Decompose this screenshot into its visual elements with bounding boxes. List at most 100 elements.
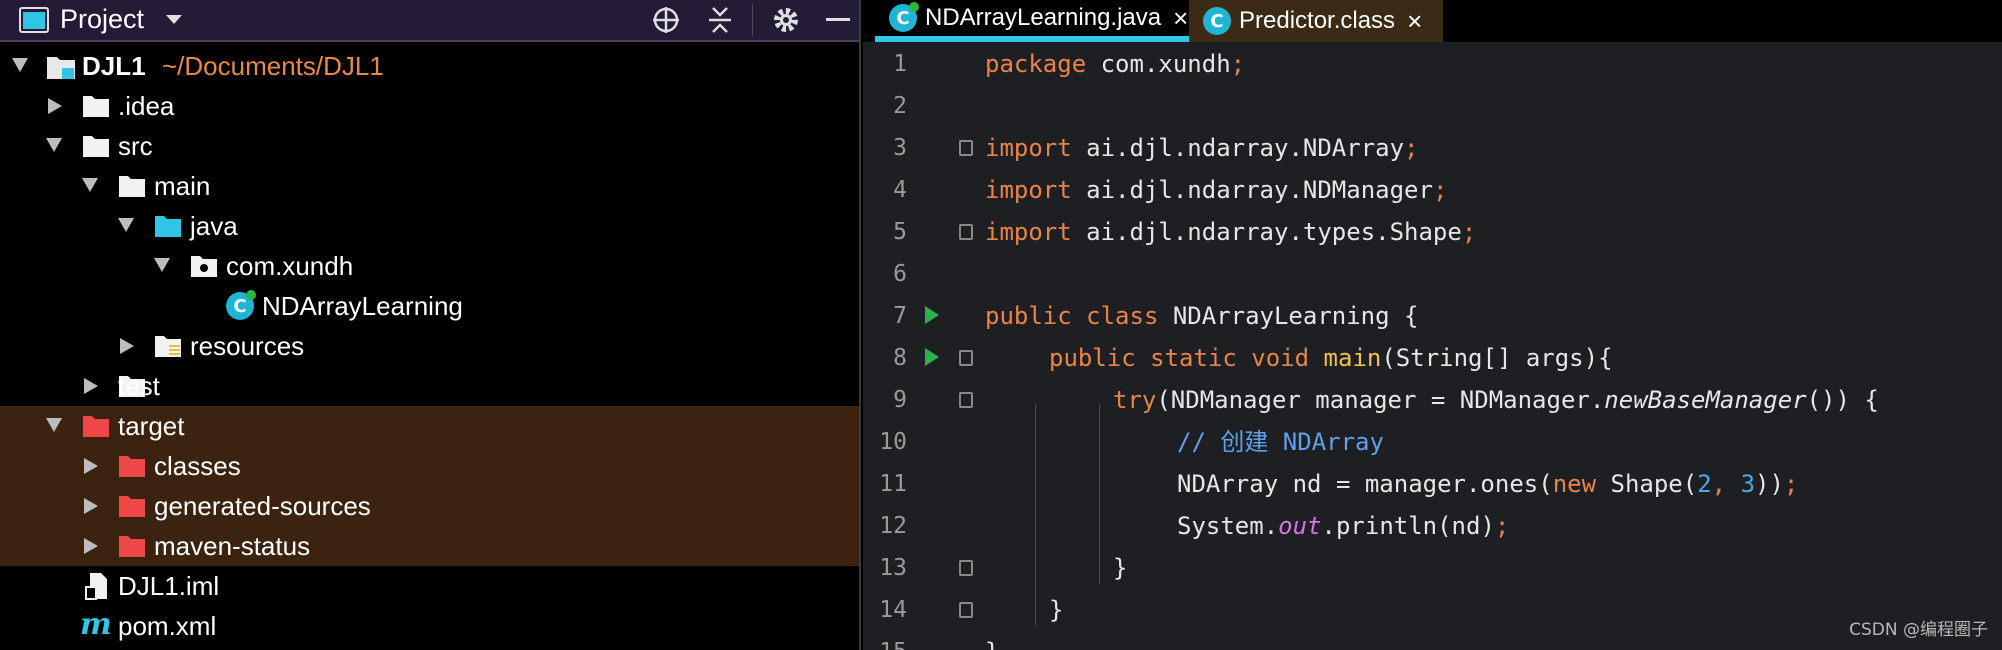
run-gutter-icon[interactable] bbox=[925, 306, 939, 324]
excluded-folder-icon bbox=[118, 534, 146, 558]
source-folder-icon bbox=[154, 214, 182, 238]
maven-icon: m bbox=[80, 607, 112, 642]
java-class-icon: C bbox=[226, 290, 256, 320]
tab-predictor-class[interactable]: C Predictor.class × bbox=[1189, 0, 1443, 42]
close-icon[interactable]: × bbox=[1173, 5, 1188, 31]
line-number: 6 bbox=[893, 261, 907, 287]
code-line-3: import ai.djl.ndarray.NDArray; bbox=[985, 134, 1419, 162]
tree-item-java[interactable]: java bbox=[0, 206, 859, 246]
fold-marker-icon[interactable] bbox=[959, 224, 973, 240]
tree-item-label: pom.xml bbox=[118, 611, 217, 641]
project-panel: Project DJL1 ~/Documents/DJL1 .idea src … bbox=[0, 0, 861, 650]
indent-guide bbox=[1099, 404, 1100, 584]
tab-ndarraylearning-java[interactable]: C NDArrayLearning.java × bbox=[875, 0, 1189, 42]
folder-icon bbox=[82, 134, 110, 158]
project-path: ~/Documents/DJL1 bbox=[162, 51, 384, 81]
code-line-4: import ai.djl.ndarray.NDManager; bbox=[985, 176, 1448, 204]
tree-item-label: main bbox=[154, 171, 211, 201]
tree-item-label: generated-sources bbox=[154, 491, 371, 521]
tree-item-label: java bbox=[190, 211, 238, 241]
tab-label: Predictor.class bbox=[1239, 7, 1396, 34]
tree-item-label: maven-status bbox=[154, 531, 311, 561]
expand-arrow-icon[interactable] bbox=[12, 58, 28, 72]
tree-item-djl1[interactable]: DJL1 ~/Documents/DJL1 bbox=[0, 46, 859, 86]
expand-arrow-icon[interactable] bbox=[120, 338, 134, 354]
line-number: 5 bbox=[893, 219, 907, 245]
line-number: 10 bbox=[879, 429, 907, 455]
tree-item-label: classes bbox=[154, 451, 241, 481]
tree-item-com-xundh[interactable]: com.xundh bbox=[0, 246, 859, 286]
code-line-13: } bbox=[1113, 554, 1128, 582]
tree-item-djl1-iml[interactable]: DJL1.iml bbox=[0, 566, 859, 606]
expand-arrow-icon[interactable] bbox=[46, 418, 62, 432]
code-line-5: import ai.djl.ndarray.types.Shape; bbox=[985, 218, 1477, 246]
expand-arrow-icon[interactable] bbox=[48, 98, 62, 114]
code-line-14: } bbox=[1049, 596, 1064, 624]
tree-item-label: NDArrayLearning bbox=[262, 291, 463, 321]
code-line-7: public class NDArrayLearning { bbox=[985, 302, 1419, 330]
tree-item-resources[interactable]: resources bbox=[0, 326, 859, 366]
close-icon[interactable]: × bbox=[1407, 8, 1422, 34]
module-folder-icon bbox=[46, 54, 75, 79]
line-number: 11 bbox=[879, 471, 907, 497]
expand-arrow-icon[interactable] bbox=[84, 498, 98, 514]
tree-item-src[interactable]: src bbox=[0, 126, 859, 166]
package-icon bbox=[190, 254, 218, 278]
tree-item-label: src bbox=[118, 131, 153, 161]
code-area[interactable]: package com.xundh; import ai.djl.ndarray… bbox=[973, 42, 2002, 650]
tree-item-idea[interactable]: .idea bbox=[0, 86, 859, 126]
fold-marker-icon[interactable] bbox=[959, 392, 973, 408]
project-window-icon bbox=[18, 4, 50, 36]
code-line-10: // 创建 NDArray bbox=[1177, 428, 1384, 456]
code-line-11: NDArray nd = manager.ones(new Shape(2, 3… bbox=[1177, 470, 1799, 498]
run-gutter-icon[interactable] bbox=[925, 348, 939, 366]
tree-item-label: DJL1.iml bbox=[118, 571, 220, 601]
folder-icon bbox=[118, 174, 146, 198]
line-number: 2 bbox=[893, 93, 907, 119]
expand-arrow-icon[interactable] bbox=[154, 258, 170, 272]
tree-item-main[interactable]: main bbox=[0, 166, 859, 206]
fold-marker-icon[interactable] bbox=[959, 560, 973, 576]
tree-item-pom-xml[interactable]: m pom.xml bbox=[0, 606, 859, 646]
fold-marker-icon[interactable] bbox=[959, 140, 973, 156]
line-number: 13 bbox=[879, 555, 907, 581]
fold-marker-icon[interactable] bbox=[959, 602, 973, 618]
line-number: 4 bbox=[893, 177, 907, 203]
tree-item-classes[interactable]: classes bbox=[0, 446, 859, 486]
expand-arrow-icon[interactable] bbox=[84, 538, 98, 554]
gear-icon[interactable] bbox=[770, 4, 802, 36]
fold-marker-icon[interactable] bbox=[959, 350, 973, 366]
tree-item-label: test bbox=[118, 371, 160, 401]
locate-target-icon[interactable] bbox=[650, 4, 682, 36]
excluded-folder-icon bbox=[118, 494, 146, 518]
iml-file-icon bbox=[84, 572, 112, 600]
tree-item-generated-sources[interactable]: generated-sources bbox=[0, 486, 859, 526]
tree-item-test[interactable]: test bbox=[0, 366, 859, 406]
folder-icon bbox=[82, 94, 110, 118]
tree-item-target[interactable]: target bbox=[0, 406, 859, 446]
code-line-15: } bbox=[985, 638, 999, 650]
collapse-all-icon[interactable] bbox=[704, 4, 736, 36]
tree-item-label: resources bbox=[190, 331, 305, 361]
expand-arrow-icon[interactable] bbox=[46, 138, 62, 152]
code-line-9: try(NDManager manager = NDManager.newBas… bbox=[1113, 386, 1879, 414]
line-number: 1 bbox=[893, 51, 907, 77]
resources-folder-icon bbox=[154, 334, 182, 358]
expand-arrow-icon[interactable] bbox=[118, 218, 134, 232]
expand-arrow-icon[interactable] bbox=[84, 458, 98, 474]
tree-item-label: com.xundh bbox=[226, 251, 354, 281]
header-separator bbox=[752, 4, 753, 36]
tree-item-ndarraylearning[interactable]: C NDArrayLearning bbox=[0, 286, 859, 326]
panel-title[interactable]: Project bbox=[60, 3, 144, 35]
excluded-folder-icon bbox=[82, 414, 110, 438]
expand-arrow-icon[interactable] bbox=[84, 378, 98, 394]
expand-arrow-icon[interactable] bbox=[82, 178, 98, 192]
tree-item-maven-status[interactable]: maven-status bbox=[0, 526, 859, 566]
java-class-icon: C bbox=[889, 2, 919, 32]
tree-item-label: .idea bbox=[118, 91, 175, 121]
code-line-1: package com.xundh; bbox=[985, 50, 1246, 78]
minimize-icon[interactable] bbox=[822, 4, 854, 36]
chevron-down-icon[interactable] bbox=[158, 4, 190, 36]
code-line-8: public static void main(String[] args){ bbox=[1049, 344, 1613, 372]
tree-item-label: DJL1 bbox=[82, 51, 146, 81]
